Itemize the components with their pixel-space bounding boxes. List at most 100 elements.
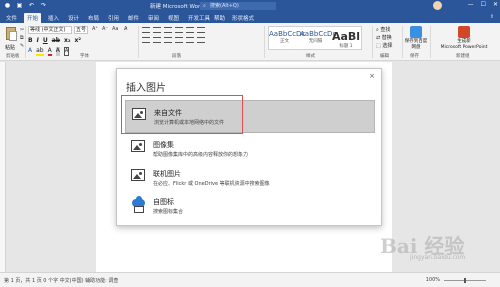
save-to-baidu-button[interactable]: 保存到百度网盘 [404,26,428,51]
tab-references[interactable]: 引用 [108,14,119,22]
tab-home[interactable]: 开始 [24,13,42,23]
find-button[interactable]: ⌕ 查找 [376,26,392,34]
edit-group-label: 编辑 [380,54,389,59]
vertical-ruler [0,62,6,272]
tab-help[interactable]: 帮助 [214,14,225,22]
style-sample: AaBl [331,30,361,43]
autosave-icon[interactable]: ● [4,2,11,9]
select-button[interactable]: ⬚ 选择 [376,42,392,50]
save-group-label: 保存 [410,54,419,59]
decrease-indent-icon[interactable] [175,27,183,33]
tab-insert[interactable]: 插入 [48,14,59,22]
justify-icon[interactable] [175,37,183,43]
sort-icon[interactable] [197,27,205,33]
font-format-row: B I U ab x₂ x² [28,37,81,44]
style-name: 标题 1 [339,44,353,49]
quick-access-toolbar: ● ▣ ↶ ↷ [4,2,47,9]
style-name: 正文 [280,39,289,44]
new-powerpoint-button[interactable]: 生成新 Microsoft PowerPoint [432,26,496,51]
text-effects-icon[interactable]: A [28,47,32,56]
line-spacing-icon[interactable] [186,37,194,43]
char-border-icon[interactable]: A [63,47,70,56]
dialog-title: 插入图片 [126,83,166,94]
minimize-button[interactable]: — [468,1,474,8]
highlight-frame [121,95,243,134]
align-left-icon[interactable] [142,37,150,43]
tab-mailings[interactable]: 邮件 [128,14,139,22]
highlight-icon[interactable]: ab [36,47,44,56]
replace-button[interactable]: ⇄ 替换 [376,34,392,42]
picture-frame [131,169,145,181]
avatar[interactable] [433,1,442,10]
align-right-icon[interactable] [164,37,172,43]
divider [430,26,431,58]
grow-font-icon[interactable]: A⁺ [92,26,98,32]
underline-icon[interactable]: U [43,37,48,44]
style-name: 无间隔 [308,39,323,44]
tab-design[interactable]: 设计 [68,14,79,22]
undo-icon[interactable]: ↶ [28,2,35,9]
tab-layout[interactable]: 布局 [88,14,99,22]
change-case-icon[interactable]: Aa [112,26,118,32]
option-title: 图像集 [153,141,174,149]
close-button[interactable]: ✕ [493,1,498,8]
multilevel-list-icon[interactable] [164,27,172,33]
zoom-level[interactable]: 100% [426,277,440,283]
zoom-thumb[interactable] [464,278,466,283]
save-baidu-label: 保存到百度网盘 [404,39,428,50]
copy-icon[interactable]: ⧉ [20,35,24,41]
shrink-font-icon[interactable]: A⁻ [102,26,108,32]
option-desc: 帮助图像集库中的高级内容释放你的想象力 [153,152,249,158]
close-icon[interactable]: × [369,72,375,80]
paste-button[interactable] [4,27,18,43]
cut-icon[interactable]: ✂ [20,27,24,33]
font-color-icon[interactable]: A [47,47,52,56]
online-picture-icon [131,169,147,185]
bullets-icon[interactable] [142,27,150,33]
style-no-spacing[interactable]: AaBbCcDc 无间隔 [300,27,336,49]
tab-file[interactable]: 文件 [6,14,17,22]
tab-review[interactable]: 审阅 [148,14,159,22]
font-name-select[interactable]: 等线 (中文正文) [28,26,72,34]
divider [25,26,26,58]
paste-label: 粘贴 [5,45,16,51]
superscript-icon[interactable]: x² [75,37,82,44]
find-label: 查找 [380,27,391,33]
strikethrough-icon[interactable]: ab [52,37,60,44]
maximize-button[interactable]: ☐ [481,1,486,8]
style-normal[interactable]: AaBbCcDc 正文 [269,27,306,49]
option-icons[interactable]: 自图标 搜索图标集合 [125,190,375,223]
shading-icon[interactable] [197,37,205,43]
search-input[interactable]: ⌕ 搜索(Alt+Q) [200,2,276,10]
paragraph-group-label: 段落 [172,54,181,59]
styles-group-label: 样式 [306,54,315,59]
style-heading-1[interactable]: AaBl 标题 1 [331,27,361,49]
subscript-icon[interactable]: x₂ [64,37,71,44]
char-shading-icon[interactable]: A [55,47,60,56]
tab-shape-format[interactable]: 形状格式 [232,14,254,22]
bold-icon[interactable]: B [28,37,33,44]
font-size-select[interactable]: 五号 [74,26,88,34]
increase-indent-icon[interactable] [186,27,194,33]
style-sample: AaBbCcDc [269,30,306,38]
ribbon-tabs: 文件 开始 插入 设计 布局 引用 邮件 审阅 视图 开发工具 帮助 形状格式 … [0,12,500,23]
option-title: 自图标 [153,198,174,206]
numbering-icon[interactable] [153,27,161,33]
zoom-slider[interactable] [444,278,486,283]
align-center-icon[interactable] [153,37,161,43]
redo-icon[interactable]: ↷ [40,2,47,9]
format-painter-icon[interactable]: ✎ [20,43,24,49]
status-text: 第 1 页，共 1 页 0 个字 中文(中国) 辅助功能: 调查 [4,278,119,284]
clear-format-icon[interactable]: A̷ [124,26,127,32]
tab-developer[interactable]: 开发工具 [188,14,210,22]
font-color-row: A ab A A A [28,47,70,56]
select-label: 选择 [382,43,393,49]
save-icon[interactable]: ▣ [16,2,23,9]
ribbon: 粘贴 ✂ ⧉ ✎ 剪贴板 等线 (中文正文) 五号 A⁺ A⁻ Aa A̷ B … [0,23,500,61]
paragraph-row [142,37,220,45]
tab-view[interactable]: 视图 [168,14,179,22]
share-button[interactable]: ⇪ [490,14,494,20]
italic-icon[interactable]: I [37,37,39,44]
status-bar: 第 1 页，共 1 页 0 个字 中文(中国) 辅助功能: 调查 100% [0,272,500,287]
divider [264,26,265,58]
